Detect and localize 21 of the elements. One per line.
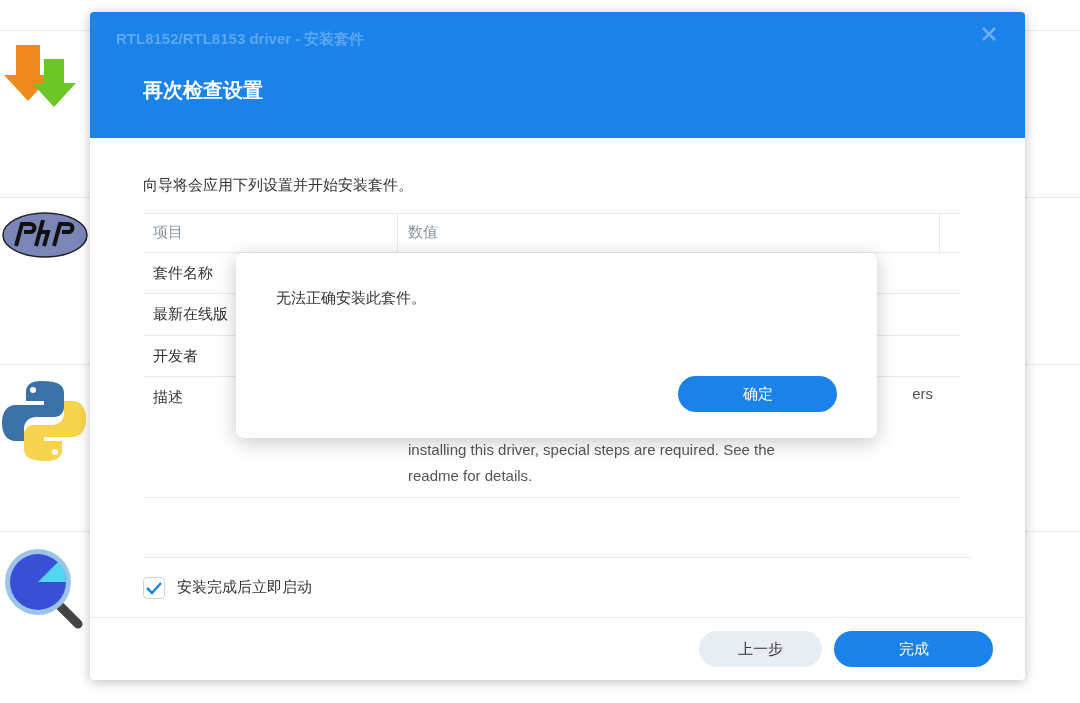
alert-message: 无法正确安装此套件。: [276, 288, 427, 308]
table-cell-text: readme for details.: [408, 466, 533, 486]
php-logo-icon: [2, 212, 88, 258]
back-button[interactable]: 上一步: [699, 631, 822, 667]
step-title: 再次检查设置: [143, 77, 264, 103]
table-cell: 套件名称: [153, 263, 213, 281]
table-cell: 开发者: [153, 346, 198, 364]
table-cell-text: installing this driver, special steps are required. See the: [408, 440, 775, 460]
window-title: RTL8152/RTL8153 driver - 安装套件: [116, 29, 365, 49]
table-cell: 最新在线版: [153, 305, 228, 322]
finish-button[interactable]: 完成: [834, 631, 993, 667]
checkbox-label: 安装完成后立即启动: [177, 577, 312, 598]
table-cell-text: ers: [912, 384, 933, 404]
close-icon: [981, 26, 997, 42]
intro-text: 向导将会应用下列设置并开始安装套件。: [143, 175, 414, 195]
checkmark-icon: [146, 580, 162, 595]
table-cell: 描述: [153, 388, 183, 405]
ok-button[interactable]: 确定: [678, 376, 837, 412]
column-header: 数值: [398, 213, 940, 252]
column-header: 项目: [143, 213, 398, 252]
checkbox[interactable]: [143, 576, 165, 599]
